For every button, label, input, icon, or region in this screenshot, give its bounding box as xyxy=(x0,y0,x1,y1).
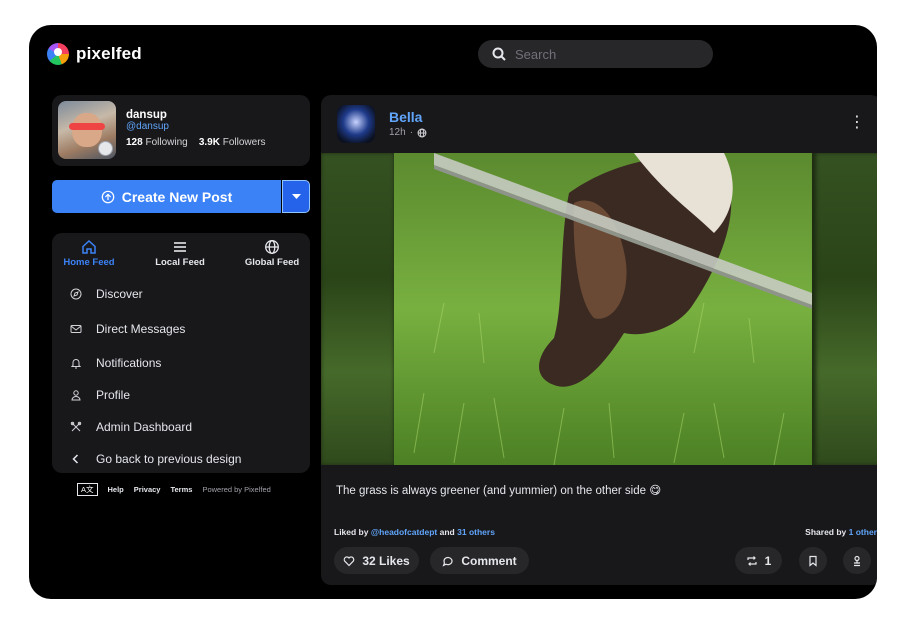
feed-tabs: Home Feed Local Feed Global Feed xyxy=(52,239,310,275)
language-selector[interactable]: A文 xyxy=(77,483,98,496)
sidebar-item-discover[interactable]: Discover xyxy=(70,287,143,301)
user-icon xyxy=(71,390,81,401)
sidebar-item-notifications[interactable]: Notifications xyxy=(70,356,161,370)
comment-icon xyxy=(442,556,453,567)
footer-powered-by[interactable]: Powered by Pixelfed xyxy=(202,485,270,494)
post-image-container[interactable] xyxy=(321,153,877,465)
post-meta: 12h · xyxy=(389,127,427,138)
tab-local-feed[interactable]: Local Feed xyxy=(152,239,208,268)
liked-by: Liked by @headofcatdept and 31 others xyxy=(334,527,495,537)
followers-label[interactable]: Followers xyxy=(223,137,266,148)
shared-by: Shared by 1 other xyxy=(805,527,877,537)
sidebar-item-label: Profile xyxy=(96,388,131,402)
bookmark-icon xyxy=(809,555,817,567)
arrow-up-circle-icon xyxy=(101,190,115,203)
pin-button[interactable] xyxy=(843,547,871,574)
menu-icon xyxy=(174,242,186,252)
caret-down-icon xyxy=(291,193,301,199)
profile-card[interactable]: dansup @dansup 128 Following 3.9K Follow… xyxy=(52,95,310,166)
app-name: pixelfed xyxy=(76,44,142,63)
avatar[interactable] xyxy=(58,101,116,159)
navigation-card: Home Feed Local Feed Global Feed Discove… xyxy=(52,233,310,473)
post-card: Bella 12h · ⋮ The grass is always greene… xyxy=(321,95,877,585)
shares-count: 1 xyxy=(764,553,772,568)
sidebar-item-label: Admin Dashboard xyxy=(96,420,193,434)
comment-button[interactable]: Comment xyxy=(430,547,529,574)
create-new-post-label: Create New Post xyxy=(121,188,233,205)
heart-icon xyxy=(344,555,355,566)
bookmark-button[interactable] xyxy=(799,547,827,574)
sidebar-item-profile[interactable]: Profile xyxy=(70,388,130,402)
footer-links: A文 Help Privacy Terms Powered by Pixelfe… xyxy=(77,483,271,496)
bell-icon xyxy=(70,359,82,369)
liked-by-others-link[interactable]: 31 others xyxy=(457,527,495,537)
sidebar-item-direct-messages[interactable]: Direct Messages xyxy=(70,322,185,336)
globe-icon xyxy=(265,240,279,254)
followers-count[interactable]: 3.9K xyxy=(199,137,220,148)
likes-count-label: 32 Likes xyxy=(362,553,410,568)
sidebar-item-label: Notifications xyxy=(96,356,162,370)
logo[interactable]: pixelfed xyxy=(47,43,142,65)
profile-stats: 128 Following 3.9K Followers xyxy=(126,137,266,148)
search-bar[interactable] xyxy=(478,40,713,68)
repeat-icon xyxy=(747,555,757,566)
liked-by-user-link[interactable]: @headofcatdept xyxy=(371,527,437,537)
profile-handle[interactable]: @dansup xyxy=(126,121,169,132)
envelope-icon xyxy=(70,325,82,333)
tab-global-feed-label: Global Feed xyxy=(244,257,300,268)
profile-badge-icon xyxy=(98,141,113,156)
post-image[interactable] xyxy=(394,153,812,465)
sidebar-item-label: Discover xyxy=(96,287,143,301)
following-label[interactable]: Following xyxy=(145,137,187,148)
tab-global-feed[interactable]: Global Feed xyxy=(241,239,303,268)
comment-label: Comment xyxy=(461,553,517,568)
sidebar-item-go-back[interactable]: Go back to previous design xyxy=(70,452,241,466)
tab-local-feed-label: Local Feed xyxy=(155,257,205,268)
sidebar-item-label: Go back to previous design xyxy=(96,452,242,466)
following-count[interactable]: 128 xyxy=(126,137,143,148)
tab-home-feed[interactable]: Home Feed xyxy=(61,239,117,268)
create-post-dropdown-button[interactable] xyxy=(282,180,310,213)
tab-home-feed-label: Home Feed xyxy=(63,257,115,268)
compass-icon xyxy=(70,288,82,300)
create-new-post-button[interactable]: Create New Post xyxy=(52,180,281,213)
shared-by-others-link[interactable]: 1 other xyxy=(849,527,877,537)
sidebar-item-label: Direct Messages xyxy=(96,322,186,336)
home-icon xyxy=(82,239,96,254)
app-window: pixelfed dansup @dansup 128 Following 3.… xyxy=(29,25,877,599)
share-button[interactable]: 1 xyxy=(735,547,782,574)
search-input[interactable] xyxy=(513,45,697,63)
chevron-left-icon xyxy=(72,454,79,464)
footer-help-link[interactable]: Help xyxy=(108,485,124,494)
footer-terms-link[interactable]: Terms xyxy=(170,485,192,494)
image-blur-left xyxy=(321,153,394,465)
pony-photo-illustration xyxy=(394,153,812,465)
post-author-avatar[interactable] xyxy=(337,105,375,143)
tools-icon xyxy=(70,421,82,432)
profile-name[interactable]: dansup xyxy=(126,109,167,121)
image-blur-right xyxy=(816,153,877,465)
post-timestamp[interactable]: 12h xyxy=(389,127,406,138)
post-caption: The grass is always greener (and yummier… xyxy=(336,485,662,497)
sidebar-item-admin-dashboard[interactable]: Admin Dashboard xyxy=(70,420,192,434)
globe-icon xyxy=(417,128,427,137)
search-icon xyxy=(492,47,506,61)
pin-icon xyxy=(854,555,860,566)
like-button[interactable]: 32 Likes xyxy=(334,547,419,574)
post-options-icon[interactable]: ⋮ xyxy=(849,115,865,131)
pixelfed-logo-icon xyxy=(47,43,69,65)
post-author-name[interactable]: Bella xyxy=(389,109,422,125)
footer-privacy-link[interactable]: Privacy xyxy=(134,485,161,494)
